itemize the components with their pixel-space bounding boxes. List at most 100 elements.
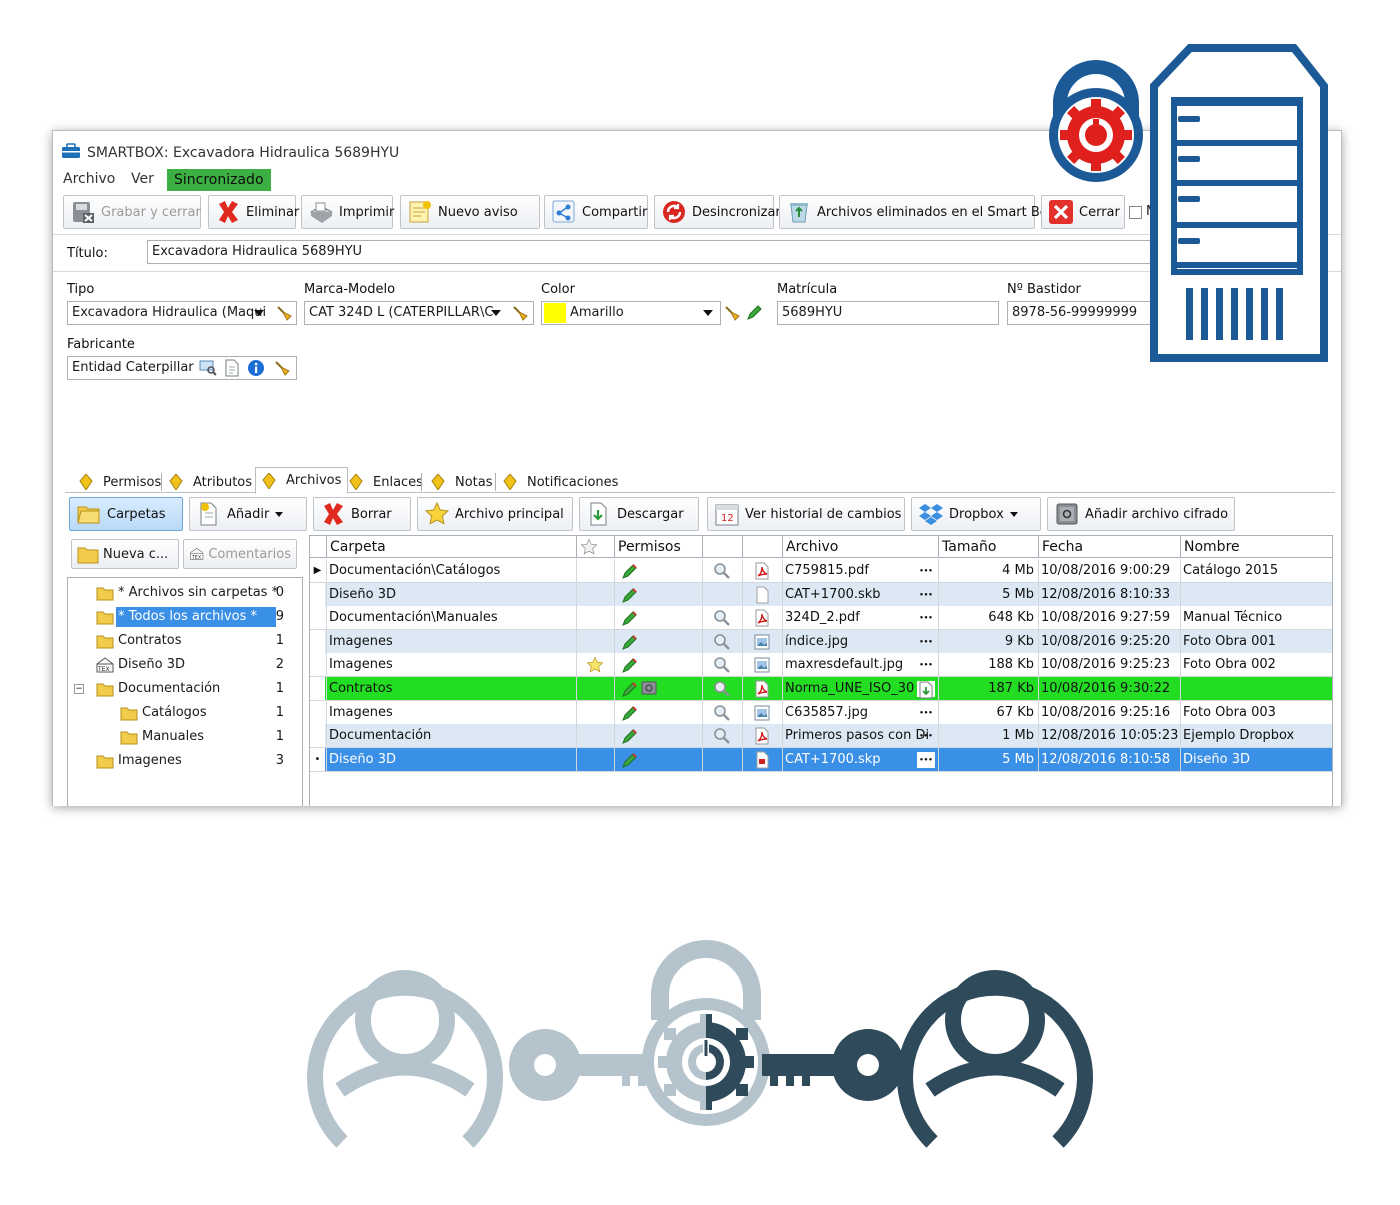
menu-archivo[interactable]: Archivo xyxy=(63,171,115,187)
col-tamano-header[interactable]: Tamaño xyxy=(938,536,1038,558)
edit-pencil-icon[interactable] xyxy=(621,751,639,769)
compartir-button[interactable]: Compartir xyxy=(544,195,648,229)
borrar-button[interactable]: Borrar xyxy=(313,497,411,531)
col-fecha-header[interactable]: Fecha xyxy=(1038,536,1180,558)
archivos-eliminados-button[interactable]: Archivos eliminados en el Smart Box xyxy=(779,195,1055,229)
edit-pencil-icon[interactable] xyxy=(621,562,639,580)
archivo-principal-button[interactable]: Archivo principal xyxy=(417,497,573,531)
folder-name: * Todos los archivos * xyxy=(118,609,257,624)
fabricante-document-icon[interactable] xyxy=(223,359,241,377)
desincronizar-button[interactable]: Desincronizar xyxy=(654,195,781,229)
tab-enlaces[interactable]: Enlaces xyxy=(349,470,423,494)
table-row[interactable]: Imagenes índice.jpg ••• 9 Kb 10/08/2016 9:25… xyxy=(310,629,1332,654)
nueva-carpeta-button[interactable]: Nueva c... xyxy=(71,539,179,569)
preview-magnifier-icon[interactable] xyxy=(713,727,731,745)
tab-permisos[interactable]: Permisos xyxy=(79,470,161,494)
anadir-cifrado-button[interactable]: Añadir archivo cifrado xyxy=(1047,497,1235,531)
anadir-dropdown-button[interactable]: Añadir xyxy=(189,497,307,531)
col-permisos-header[interactable]: Permisos xyxy=(614,536,702,558)
fabricante-info-icon[interactable] xyxy=(247,359,265,377)
folder-item[interactable]: Contratos 1 xyxy=(68,630,302,652)
more-options-icon[interactable]: ••• xyxy=(917,610,935,626)
preview-magnifier-icon[interactable] xyxy=(713,562,731,580)
comentarios-button[interactable]: TEX Comentarios xyxy=(183,539,297,569)
tab-notificaciones[interactable]: Notificaciones xyxy=(503,470,618,494)
more-options-icon[interactable]: ••• xyxy=(917,728,935,744)
matricula-input[interactable]: 5689HYU xyxy=(777,301,999,325)
folder-item[interactable]: − Documentación 1 xyxy=(68,678,302,700)
edit-pencil-icon[interactable] xyxy=(621,680,639,698)
preview-magnifier-icon[interactable] xyxy=(713,656,731,674)
tab-atributos[interactable]: Atributos xyxy=(169,470,252,494)
folder-item-selected[interactable]: * Todos los archivos * 9 xyxy=(68,606,302,628)
more-options-icon[interactable]: ••• xyxy=(917,657,935,673)
folder-item[interactable]: Manuales 1 xyxy=(68,726,302,748)
cell-carpeta: Documentación xyxy=(326,724,576,748)
color-dropdown-icon[interactable] xyxy=(703,310,713,316)
edit-pencil-icon[interactable] xyxy=(621,704,639,722)
more-options-icon[interactable]: ••• xyxy=(917,563,935,579)
tipo-dropdown-icon[interactable] xyxy=(254,310,264,316)
edit-pencil-icon[interactable] xyxy=(621,633,639,651)
edit-pencil-icon[interactable] xyxy=(621,586,639,604)
grabar-cerrar-button[interactable]: Grabar y cerrar xyxy=(63,195,201,229)
tab-notas[interactable]: Notas xyxy=(431,470,493,494)
col-preview-header[interactable] xyxy=(702,536,742,558)
edit-pencil-icon[interactable] xyxy=(621,656,639,674)
col-type-header[interactable] xyxy=(742,536,782,558)
imprimir-button[interactable]: Imprimir xyxy=(301,195,394,229)
color-select[interactable]: Amarillo xyxy=(541,301,721,325)
col-star-header[interactable] xyxy=(576,536,614,558)
preview-magnifier-icon[interactable] xyxy=(713,704,731,722)
eliminar-button[interactable]: Eliminar xyxy=(208,195,299,229)
table-row[interactable]: ▶ Documentación\Catálogos C759815.pdf ••• 4 … xyxy=(310,559,1332,583)
cell-tamano: 5 Mb xyxy=(938,582,1038,606)
nuevo-aviso-button[interactable]: Nuevo aviso xyxy=(400,195,540,229)
edit-pencil-icon[interactable] xyxy=(621,609,639,627)
collapse-toggle-icon[interactable]: − xyxy=(74,684,84,694)
folder-item[interactable]: Imagenes 3 xyxy=(68,750,302,772)
download-file-icon[interactable] xyxy=(917,681,935,699)
descargar-button[interactable]: Descargar xyxy=(579,497,699,531)
preview-magnifier-icon[interactable] xyxy=(713,633,731,651)
tab-divider xyxy=(495,473,496,491)
folder-item[interactable]: Catálogos 1 xyxy=(68,702,302,724)
folder-icon xyxy=(96,587,114,601)
marca-broom-icon[interactable] xyxy=(511,304,529,322)
more-options-icon[interactable]: ••• xyxy=(917,634,935,650)
historial-button[interactable]: 12 Ver historial de cambios xyxy=(707,497,905,531)
color-edit-pencil-icon[interactable] xyxy=(745,304,763,322)
preview-magnifier-icon[interactable] xyxy=(713,609,731,627)
fabricante-search-icon[interactable] xyxy=(199,359,217,377)
col-archivo-header[interactable]: Archivo xyxy=(782,536,938,558)
table-row[interactable]: Diseño 3D CAT+1700.skb ••• 5 Mb 12/08/2016 8… xyxy=(310,582,1332,607)
marca-dropdown-icon[interactable] xyxy=(491,310,501,316)
table-row[interactable]: Documentación\Manuales 324D_2.pdf ••• 648 K… xyxy=(310,606,1332,631)
table-row[interactable]: Imagenes C635857.jpg ••• 67 Kb 10/08/2016 9:… xyxy=(310,700,1332,725)
carpeta-value: Imagenes xyxy=(329,657,393,673)
color-broom-icon[interactable] xyxy=(723,304,741,322)
recycle-bin-icon xyxy=(786,199,812,225)
cell-fecha: 10/08/2016 9:27:59 xyxy=(1038,606,1180,630)
folder-item[interactable]: TEX Diseño 3D 2 xyxy=(68,654,302,676)
carpetas-button[interactable]: Carpetas xyxy=(69,497,183,531)
more-options-icon[interactable]: ••• xyxy=(917,587,935,603)
table-row[interactable]: • Diseño 3D CAT+1700.skp ••• 5 Mb 12/08/2016 … xyxy=(310,747,1332,772)
table-row[interactable]: Imagenes maxresdefault.jpg ••• 188 Kb 10/08/… xyxy=(310,653,1332,678)
detail-tabs: Permisos Atributos Archivos Enlaces Nota… xyxy=(65,467,1335,494)
tab-archivos[interactable]: Archivos xyxy=(255,467,349,494)
col-nombre-header[interactable]: Nombre xyxy=(1180,536,1334,558)
dropbox-dropdown-button[interactable]: Dropbox xyxy=(911,497,1041,531)
table-row[interactable]: Documentación Primeros pasos con Di ••• 1 M… xyxy=(310,724,1332,749)
tipo-broom-icon[interactable] xyxy=(275,304,293,322)
menu-ver[interactable]: Ver xyxy=(131,171,154,187)
star-icon[interactable] xyxy=(586,656,604,674)
edit-pencil-icon[interactable] xyxy=(621,727,639,745)
col-carpeta-header[interactable]: Carpeta xyxy=(326,536,576,558)
more-options-icon[interactable]: ••• xyxy=(917,705,935,721)
folder-item[interactable]: * Archivos sin carpetas * 0 xyxy=(68,582,302,604)
fabricante-broom-icon[interactable] xyxy=(273,359,291,377)
table-row[interactable]: Contratos Norma_UNE_ISO_30 187 Kb 10/08/201… xyxy=(310,677,1332,701)
preview-magnifier-icon[interactable] xyxy=(713,680,731,698)
more-options-icon[interactable]: ••• xyxy=(917,751,935,768)
